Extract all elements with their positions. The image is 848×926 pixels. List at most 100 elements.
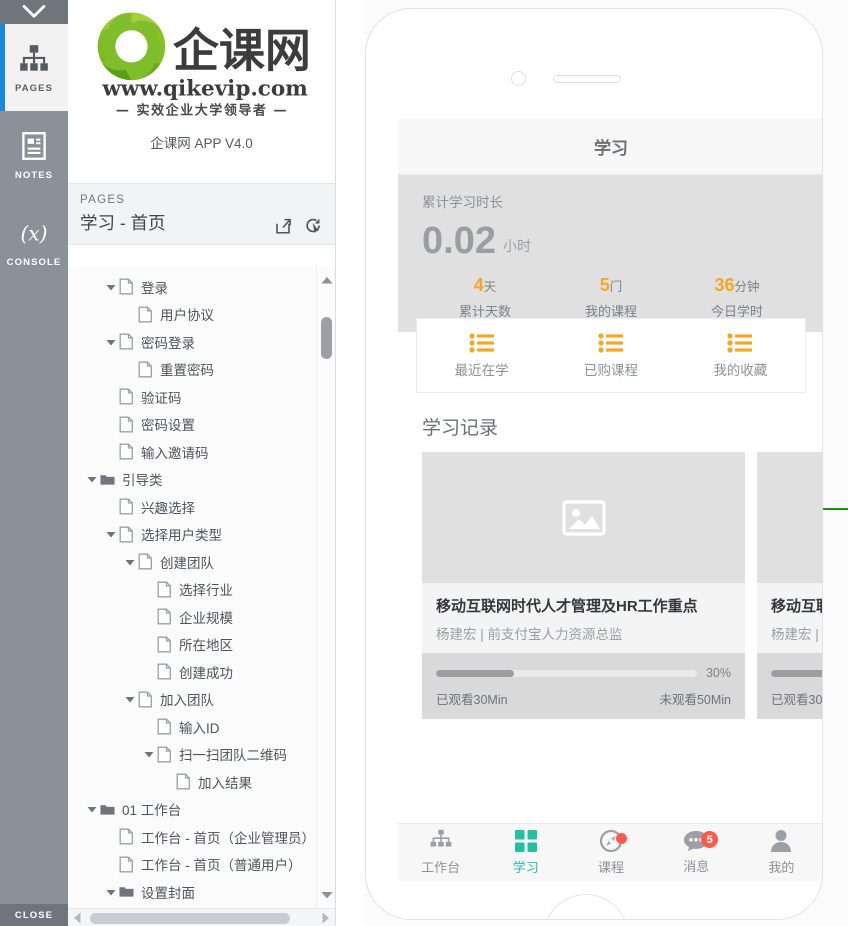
tree-node[interactable]: 工作台 - 首页（普通用户）	[68, 851, 316, 879]
rail-item-notes[interactable]: NOTES	[0, 111, 68, 198]
tab-学习[interactable]: 学习	[483, 824, 568, 881]
chevron-down-icon[interactable]	[84, 471, 100, 487]
phone-screen: 学习 累计学习时长 0.02 小时 4天 累计天数 5门 我的课程 36分钟 今日学时 最…	[398, 119, 823, 881]
chevron-down-icon[interactable]	[122, 554, 138, 570]
page-file-icon	[157, 718, 171, 735]
stat-metric-number: 36	[714, 275, 735, 296]
watched-label: 已观看30Min	[771, 693, 823, 708]
chevron-placeholder-icon	[103, 499, 119, 515]
qikevip-logo: 企课网 www.qikevip.com — 实效企业大学领导者 —	[97, 12, 310, 119]
chevron-down-icon[interactable]	[103, 334, 119, 350]
stats-total-unit: 小时	[502, 238, 531, 255]
tab-工作台[interactable]: 工作台	[398, 824, 483, 881]
tab-label: 消息	[683, 859, 710, 874]
left-icon-rail: PAGES NOTES (x) CONSOLE CLOSE	[0, 0, 68, 926]
rail-item-console[interactable]: (x) CONSOLE	[0, 198, 68, 285]
progress-row: 30%	[436, 666, 731, 680]
quick-action-label: 最近在学	[454, 363, 509, 379]
tree-node[interactable]: 所在地区	[68, 631, 316, 659]
chevron-down-icon[interactable]	[84, 801, 100, 817]
chevron-placeholder-icon	[122, 361, 138, 377]
tree-node[interactable]: 01 工作台	[68, 796, 316, 824]
chevron-placeholder-icon	[103, 389, 119, 405]
scroll-thumb-horizontal[interactable]	[90, 913, 290, 924]
chevron-down-icon[interactable]	[103, 884, 119, 900]
course-card[interactable]: 移动互联网时代人才管理及HR工作重点杨建宏 | 前支付宝人力资源总监 30% 已观看…	[757, 452, 823, 720]
scroll-right-arrow[interactable]	[317, 909, 335, 926]
tree-node[interactable]: 创建成功	[68, 658, 316, 686]
tree-node[interactable]: 加入结果	[68, 768, 316, 796]
logo-brand-text: 企课网	[172, 23, 310, 77]
scroll-thumb-vertical[interactable]	[321, 317, 332, 359]
course-card[interactable]: 移动互联网时代人才管理及HR工作重点杨建宏 | 前支付宝人力资源总监 30% 已观看…	[422, 452, 745, 720]
page-file-icon	[119, 333, 133, 350]
tree-node[interactable]: 扫一扫团队二维码	[68, 741, 316, 769]
folder-icon	[100, 475, 115, 485]
bottom-tab-bar: 工作台 学习 课程 消息 5 我的	[398, 823, 822, 881]
progress-fill	[436, 669, 515, 677]
tree-horizontal-scrollbar[interactable]	[68, 908, 335, 926]
study-stats-panel: 累计学习时长 0.02 小时 4天 累计天数 5门 我的课程 36分钟 今日学时	[398, 175, 822, 333]
scroll-left-arrow[interactable]	[68, 909, 86, 926]
sitemap-icon	[20, 44, 48, 71]
tree-node[interactable]: 选择用户类型	[68, 521, 316, 549]
quick-action-item[interactable]: 已购课程	[546, 333, 675, 379]
tree-node[interactable]: 创建团队	[68, 548, 316, 576]
sitemap-icon	[430, 829, 451, 847]
tree-vertical-scrollbar[interactable]	[316, 267, 335, 908]
tree-node-label: 密码设置	[141, 418, 195, 434]
chevron-placeholder-icon	[141, 609, 157, 625]
pages-tree[interactable]: 登录 用户协议密码登录重置密码验证码密码设置输入邀请码 引导类 兴趣选择 选择用户类型创…	[68, 267, 316, 908]
tree-node[interactable]: 选择行业	[68, 576, 316, 604]
panel-header: PAGES 学习 - 首页	[68, 183, 335, 245]
rail-collapse-button[interactable]	[0, 0, 68, 24]
panel-kicker-label: PAGES	[80, 194, 126, 206]
stat-metric-suffix: 门	[609, 280, 623, 295]
grid-icon	[514, 830, 537, 852]
scroll-up-arrow[interactable]	[317, 271, 336, 289]
tree-node-label: 验证码	[141, 390, 182, 406]
page-file-icon	[138, 553, 152, 570]
tree-node[interactable]: 验证码	[68, 383, 316, 411]
tree-node[interactable]: 企业规模	[68, 603, 316, 631]
tree-node-label: 01 工作台	[122, 803, 182, 819]
tab-课程[interactable]: 课程	[568, 824, 653, 881]
cursor-pointer-icon[interactable]	[304, 216, 323, 235]
tab-label: 学习	[512, 860, 539, 875]
tree-node[interactable]: 密码登录	[68, 328, 316, 356]
tree-node[interactable]: 输入邀请码	[68, 438, 316, 466]
tree-node[interactable]: 兴趣选择	[68, 493, 316, 521]
tree-node[interactable]: 设置封面	[68, 878, 316, 906]
tree-node[interactable]: 密码设置	[68, 411, 316, 439]
triangle-up-icon	[321, 277, 332, 284]
tab-我的[interactable]: 我的	[739, 824, 822, 881]
tree-node-label: 扫一扫团队二维码	[179, 748, 287, 764]
tab-label: 工作台	[421, 860, 461, 875]
tree-node[interactable]: 加入团队	[68, 686, 316, 714]
tree-node-label: 密码登录	[141, 335, 195, 351]
rail-close-button[interactable]: CLOSE	[0, 904, 68, 926]
tree-node[interactable]: 用户协议	[68, 301, 316, 329]
tree-node[interactable]: 登录	[68, 273, 316, 301]
page-file-icon	[157, 663, 171, 680]
tree-node[interactable]: 输入ID	[68, 713, 316, 741]
tree-node[interactable]: 引导类	[68, 466, 316, 494]
chevron-down-icon[interactable]	[141, 746, 157, 762]
chevron-down-icon[interactable]	[122, 691, 138, 707]
tree-node[interactable]: 工作台 - 首页（企业管理员）	[68, 823, 316, 851]
page-file-icon	[157, 608, 171, 625]
tree-node-label: 所在地区	[179, 638, 233, 654]
chevron-down-icon[interactable]	[103, 526, 119, 542]
scroll-down-arrow[interactable]	[317, 886, 336, 904]
share-export-icon[interactable]	[274, 217, 292, 235]
quick-action-item[interactable]: 我的收藏	[676, 333, 805, 379]
quick-action-item[interactable]: 最近在学	[417, 333, 546, 379]
rail-label-notes: NOTES	[14, 169, 54, 181]
stats-caption: 累计学习时长	[422, 195, 503, 210]
tree-node-label: 重置密码	[160, 363, 214, 379]
app-navbar: 学习	[398, 119, 822, 175]
tab-消息[interactable]: 消息 5	[654, 824, 739, 881]
tree-node[interactable]: 重置密码	[68, 356, 316, 384]
chevron-down-icon[interactable]	[103, 279, 119, 295]
rail-item-pages[interactable]: PAGES	[0, 24, 68, 111]
